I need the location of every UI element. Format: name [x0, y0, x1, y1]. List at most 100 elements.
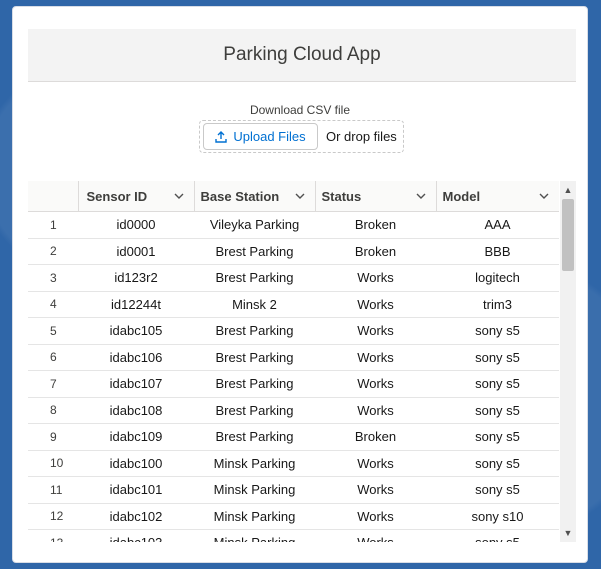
drop-files-text: Or drop files	[326, 129, 397, 144]
table-row[interactable]: 8 idabc108 Brest Parking Works sony s5	[28, 397, 559, 424]
header-rownum	[28, 181, 78, 212]
sensor-id-cell: idabc105	[78, 317, 194, 345]
row-number-cell: 4	[28, 291, 78, 318]
base-station-cell: Minsk Parking	[194, 503, 315, 530]
table-row[interactable]: 11 idabc101 Minsk Parking Works sony s5	[28, 476, 559, 504]
chevron-down-icon[interactable]	[295, 191, 305, 201]
table-body: 1 id0000 Vileyka Parking Broken AAA 2 id0001 Br…	[28, 211, 559, 542]
model-cell: AAA	[436, 211, 559, 239]
status-cell: Works	[315, 529, 436, 542]
table-row[interactable]: 5 idabc105 Brest Parking Works sony s5	[28, 317, 559, 345]
model-cell: sony s5	[436, 423, 559, 451]
row-number-cell: 7	[28, 370, 78, 398]
upload-files-button[interactable]: Upload Files	[203, 123, 318, 150]
row-number-cell: 6	[28, 344, 78, 371]
status-cell: Works	[315, 450, 436, 477]
chevron-down-icon[interactable]	[174, 191, 184, 201]
column-header-label: Model	[442, 188, 481, 204]
base-station-cell: Minsk Parking	[194, 450, 315, 477]
model-cell: trim3	[436, 291, 559, 318]
table-scrollbar[interactable]: ▲ ▼	[560, 181, 576, 542]
scroll-up-arrow-icon[interactable]: ▲	[563, 185, 573, 195]
model-cell: BBB	[436, 238, 559, 265]
page-title: Parking Cloud App	[28, 29, 576, 82]
model-cell: sony s5	[436, 397, 559, 424]
sensor-table: Sensor ID Base Station Status Model 1 id0…	[28, 181, 559, 542]
column-header-model[interactable]: Model	[435, 181, 559, 212]
table-row[interactable]: 9 idabc109 Brest Parking Broken sony s5	[28, 423, 559, 451]
status-cell: Broken	[315, 211, 436, 239]
row-number-cell: 8	[28, 397, 78, 424]
sensor-id-cell: idabc101	[78, 476, 194, 504]
sensor-id-cell: idabc106	[78, 344, 194, 371]
scroll-down-arrow-icon[interactable]: ▼	[563, 528, 573, 538]
model-cell: sony s5	[436, 476, 559, 504]
model-cell: sony s10	[436, 503, 559, 530]
table-row[interactable]: 7 idabc107 Brest Parking Works sony s5	[28, 370, 559, 398]
base-station-cell: Brest Parking	[194, 317, 315, 345]
column-header-label: Base Station	[200, 188, 280, 204]
table-row[interactable]: 10 idabc100 Minsk Parking Works sony s5	[28, 450, 559, 477]
table-row[interactable]: 6 idabc106 Brest Parking Works sony s5	[28, 344, 559, 371]
column-header-sensor-id[interactable]: Sensor ID	[77, 181, 194, 212]
sensor-id-cell: id12244t	[78, 291, 194, 318]
base-station-cell: Brest Parking	[194, 264, 315, 292]
base-station-cell: Brest Parking	[194, 370, 315, 398]
sensor-table-container: Sensor ID Base Station Status Model 1 id0…	[28, 181, 576, 542]
status-cell: Works	[315, 397, 436, 424]
scrollbar-thumb[interactable]	[562, 199, 574, 271]
base-station-cell: Brest Parking	[194, 397, 315, 424]
table-row[interactable]: 1 id0000 Vileyka Parking Broken AAA	[28, 211, 559, 239]
model-cell: sony s5	[436, 317, 559, 345]
base-station-cell: Minsk Parking	[194, 476, 315, 504]
row-number-cell: 3	[28, 264, 78, 292]
status-cell: Broken	[315, 423, 436, 451]
table-row[interactable]: 4 id12244t Minsk 2 Works trim3	[28, 291, 559, 318]
model-cell: sony s5	[436, 370, 559, 398]
upload-label: Download CSV file	[249, 103, 351, 117]
row-number-cell: 9	[28, 423, 78, 451]
sensor-id-cell: id123r2	[78, 264, 194, 292]
sensor-id-cell: id0001	[78, 238, 194, 265]
chevron-down-icon[interactable]	[416, 191, 426, 201]
chevron-down-icon[interactable]	[539, 191, 549, 201]
model-cell: sony s5	[436, 344, 559, 371]
model-cell: sony s5	[436, 529, 559, 542]
table-row[interactable]: 3 id123r2 Brest Parking Works logitech	[28, 264, 559, 292]
table-row[interactable]: 2 id0001 Brest Parking Broken BBB	[28, 238, 559, 265]
row-number-cell: 13	[28, 529, 78, 542]
sensor-id-cell: idabc109	[78, 423, 194, 451]
table-row[interactable]: 13idabc103Minsk ParkingWorkssony s5	[28, 529, 559, 542]
status-cell: Works	[315, 317, 436, 345]
status-cell: Works	[315, 370, 436, 398]
status-cell: Broken	[315, 238, 436, 265]
row-number-cell: 2	[28, 238, 78, 265]
model-cell: logitech	[436, 264, 559, 292]
status-cell: Works	[315, 476, 436, 504]
row-number-cell: 1	[28, 211, 78, 239]
upload-files-label: Upload Files	[233, 129, 306, 144]
table-header-row: Sensor ID Base Station Status Model	[28, 181, 559, 212]
sensor-id-cell: idabc108	[78, 397, 194, 424]
sensor-id-cell: idabc100	[78, 450, 194, 477]
status-cell: Works	[315, 264, 436, 292]
sensor-id-cell: id0000	[78, 211, 194, 239]
column-header-base-station[interactable]: Base Station	[193, 181, 315, 212]
sensor-id-cell: idabc103	[78, 529, 194, 542]
column-header-label: Sensor ID	[86, 188, 148, 204]
base-station-cell: Minsk 2	[194, 291, 315, 318]
column-header-status[interactable]: Status	[314, 181, 436, 212]
base-station-cell: Brest Parking	[194, 423, 315, 451]
status-cell: Works	[315, 291, 436, 318]
app-card: Parking Cloud App Download CSV file Uplo…	[12, 6, 588, 563]
base-station-cell: Brest Parking	[194, 238, 315, 265]
status-cell: Works	[315, 503, 436, 530]
row-number-cell: 11	[28, 476, 78, 504]
column-header-label: Status	[321, 188, 362, 204]
file-dropzone[interactable]: Upload Files Or drop files	[199, 120, 404, 153]
row-number-cell: 5	[28, 317, 78, 345]
status-cell: Works	[315, 344, 436, 371]
model-cell: sony s5	[436, 450, 559, 477]
base-station-cell: Brest Parking	[194, 344, 315, 371]
table-row[interactable]: 12 idabc102 Minsk Parking Works sony s10	[28, 503, 559, 530]
